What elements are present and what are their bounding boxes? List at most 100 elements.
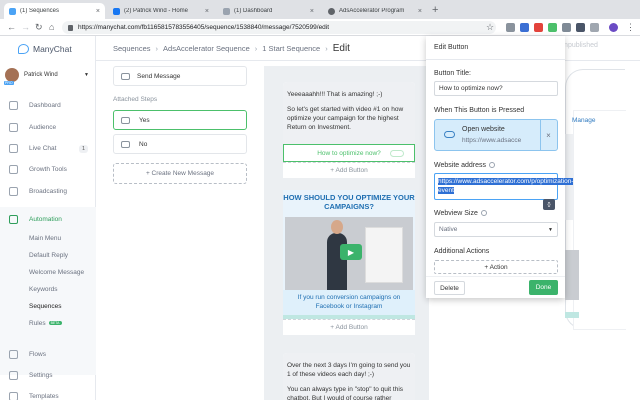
extension-icon[interactable] (590, 23, 599, 32)
url-field[interactable]: https://manychat.com/fb1165815783556405/… (62, 21, 496, 34)
extension-icon[interactable] (534, 23, 543, 32)
chevron-down-icon: ▼ (84, 72, 89, 78)
create-new-message-button[interactable]: + Create New Message (113, 163, 247, 184)
attached-step-no[interactable]: No (113, 134, 247, 154)
add-action-button[interactable]: + Action (434, 260, 558, 274)
website-address-label: Website address (434, 162, 496, 169)
video-thumbnail[interactable]: HOW SHOULD YOU OPTIMIZE YOUR CAMPAIGNS? … (283, 190, 415, 290)
video-card[interactable]: HOW SHOULD YOU OPTIMIZE YOUR CAMPAIGNS? … (283, 190, 415, 335)
extension-icon[interactable] (576, 23, 585, 32)
browser-tab-facebook[interactable]: (2) Patrick Wind - Home × (108, 3, 214, 19)
browser-tab-sequences[interactable]: (1) Sequences × (4, 3, 105, 19)
extension-icon[interactable] (548, 23, 557, 32)
add-button[interactable]: + Add Button (283, 319, 415, 335)
insert-variable-icon[interactable]: {} (543, 199, 555, 210)
reload-icon[interactable]: ↻ (35, 22, 43, 33)
tab-label: (1) Sequences (20, 8, 60, 14)
text-message-card-2[interactable]: Over the next 3 days I'm going to send y… (283, 353, 415, 400)
brand-name: ManyChat (33, 44, 72, 54)
sidebar-subitem-sequences[interactable]: Sequences (29, 303, 62, 310)
info-icon[interactable] (480, 210, 487, 217)
browser-address-bar: ← → ↻ ⌂ https://manychat.com/fb116581578… (0, 19, 640, 36)
breadcrumb-step[interactable]: 1 Start Sequence (262, 44, 320, 53)
brand-logo[interactable]: ManyChat (18, 44, 72, 54)
close-tab-icon[interactable]: × (96, 8, 100, 15)
video-caption: If you run conversion campaigns on Faceb… (283, 290, 415, 315)
extension-icon[interactable] (506, 23, 515, 32)
play-icon[interactable]: ▶ (340, 244, 362, 260)
url-text: https://manychat.com/fb1165815783556405/… (78, 24, 330, 31)
sidebar-item-automation[interactable]: Automation (0, 211, 96, 228)
sidebar-item-live-chat[interactable]: Live Chat 1 (0, 140, 96, 157)
breadcrumb-sequence-name[interactable]: AdsAccelerator Sequence (163, 44, 250, 53)
sidebar-item-growth-tools[interactable]: Growth Tools (0, 161, 96, 178)
attached-steps-heading: Attached Steps (113, 96, 158, 103)
breadcrumb: Sequences › AdsAccelerator Sequence › 1 … (113, 43, 350, 54)
close-tab-icon[interactable]: × (205, 8, 209, 15)
profile-avatar-icon[interactable] (609, 23, 618, 32)
sidebar-item-broadcasting[interactable]: Broadcasting (0, 183, 96, 200)
action-title: Open website (462, 126, 505, 133)
sidebar-subitem-keywords[interactable]: Keywords (29, 286, 58, 293)
open-website-action[interactable]: Open website https://www.adsacce × (434, 119, 558, 151)
manage-link[interactable]: Manage (572, 117, 596, 124)
message-text[interactable]: Yeeeaaahh!!! That is amazing! ;-) So let… (283, 82, 415, 144)
sidebar-item-templates[interactable]: Templates (0, 388, 96, 400)
sidebar-item-label: Templates (29, 393, 59, 400)
sidebar-item-settings[interactable]: Settings (0, 367, 96, 384)
sidebar-item-label: Live Chat (29, 145, 57, 152)
close-tab-icon[interactable]: × (418, 8, 422, 15)
browser-menu-icon[interactable]: ⋮ (626, 22, 635, 33)
message-line: Over the next 3 days I'm going to send y… (287, 362, 411, 378)
button-title-input[interactable]: How to optimize now? (434, 81, 558, 96)
close-tab-icon[interactable]: × (310, 8, 314, 15)
tab-label: (1) Dashboard (234, 8, 273, 14)
sidebar-item-audience[interactable]: Audience (0, 119, 96, 136)
message-icon (121, 140, 130, 148)
sidebar-item-flows[interactable]: Flows (0, 346, 96, 363)
chevron-right-icon: › (325, 44, 328, 53)
bookmark-star-icon[interactable]: ☆ (486, 22, 494, 33)
globe-favicon-icon (328, 7, 335, 15)
back-icon[interactable]: ← (7, 22, 16, 33)
link-toggle-icon (390, 150, 404, 157)
message-text[interactable]: Over the next 3 days I'm going to send y… (283, 353, 415, 400)
delete-button[interactable]: Delete (434, 281, 465, 295)
new-tab-button[interactable]: + (432, 4, 438, 16)
browser-tab-adsaccelerator[interactable]: AdsAccelerator Program × (323, 3, 427, 19)
sidebar-item-label: Audience (29, 124, 57, 131)
info-icon[interactable] (489, 162, 496, 169)
browser-tab-dashboard[interactable]: (1) Dashboard × (218, 3, 319, 19)
step-label: Send Message (137, 72, 181, 80)
step-label: Yes (139, 116, 150, 124)
sidebar-subitem-default-reply[interactable]: Default Reply (29, 252, 68, 259)
webview-size-select[interactable]: Native ▼ (434, 222, 558, 237)
action-url-preview: https://www.adsacce (462, 137, 522, 144)
message-button-how-to-optimize[interactable]: How to optimize now? (283, 144, 415, 162)
preview-message-bubble (565, 134, 573, 220)
preview-video-strip (565, 312, 579, 318)
sidebar-subitem-main-menu[interactable]: Main Menu (29, 235, 61, 242)
sidebar-item-label: Flows (29, 351, 46, 358)
webview-size-label-text: Webview Size (434, 210, 478, 217)
attached-step-yes[interactable]: Yes (113, 110, 247, 130)
profile-switcher[interactable]: PRO Patrick Wind ▼ (4, 68, 93, 85)
extension-icon[interactable] (520, 23, 529, 32)
website-address-input[interactable]: https://www.adsaccelerator.com/p/optimiz… (434, 173, 574, 200)
forward-icon[interactable]: → (21, 22, 30, 33)
text-message-card[interactable]: Yeeeaaahh!!! That is amazing! ;-) So let… (283, 82, 415, 178)
home-icon[interactable]: ⌂ (49, 22, 54, 33)
people-icon (9, 123, 18, 132)
close-icon[interactable]: × (540, 120, 556, 150)
send-message-step[interactable]: Send Message (113, 66, 247, 86)
add-button[interactable]: + Add Button (283, 162, 415, 178)
sidebar-subitem-rules[interactable]: Rules BETA (29, 320, 62, 327)
divider (426, 59, 565, 60)
website-address-value: https://www.adsaccelerator.com/p/optimiz… (438, 178, 574, 194)
breadcrumb-sequences[interactable]: Sequences (113, 44, 151, 53)
browser-tab-bar: (1) Sequences × (2) Patrick Wind - Home … (0, 0, 640, 19)
done-button[interactable]: Done (529, 280, 558, 295)
extension-icon[interactable] (562, 23, 571, 32)
sidebar-item-dashboard[interactable]: Dashboard (0, 97, 96, 114)
sidebar-subitem-welcome-message[interactable]: Welcome Message (29, 269, 84, 276)
